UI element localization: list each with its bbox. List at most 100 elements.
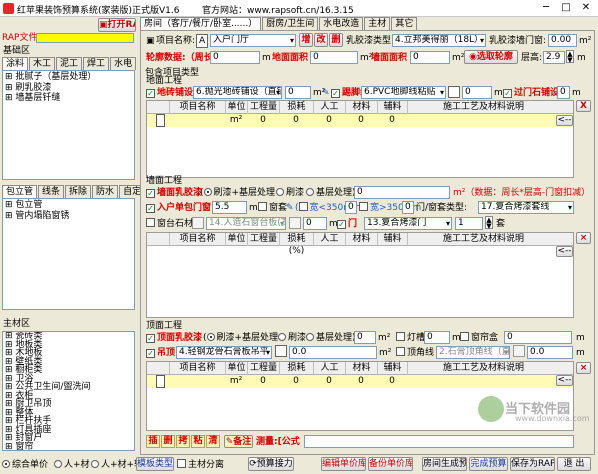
add-project-button[interactable]: 增 bbox=[299, 33, 313, 47]
labor-material-option[interactable]: 人+材 bbox=[54, 459, 90, 471]
width-gt-input[interactable]: 0 bbox=[402, 201, 414, 214]
tree-item[interactable]: ⊞ 包立管 bbox=[5, 200, 69, 211]
curtain-box-input[interactable]: 0 bbox=[504, 331, 572, 344]
ruler-icon[interactable] bbox=[513, 345, 525, 357]
door-count-spinner[interactable]: ▲ ▼ bbox=[485, 216, 493, 230]
tab-room[interactable]: 房间（客厅/餐厅/卧室......） bbox=[140, 17, 262, 30]
project-name-select[interactable]: 入户门厅 bbox=[210, 34, 296, 47]
copy-row-button[interactable]: 拷 bbox=[176, 435, 190, 448]
tree-item[interactable]: ⊞ 批腻子（基层处理） bbox=[5, 72, 96, 83]
main-sep-checkbox[interactable]: 主材分离 bbox=[177, 459, 224, 471]
ceiling-base-option[interactable]: (刷漆+基层处理 bbox=[203, 332, 278, 344]
ceiling-paint-option[interactable]: 刷漆 bbox=[278, 332, 306, 344]
door-count[interactable]: 1 bbox=[455, 217, 483, 230]
lamp-slot-input[interactable]: 0 bbox=[424, 331, 450, 344]
open-rap-button[interactable]: ▣打开RAP bbox=[98, 18, 136, 32]
wall-area-input[interactable]: 0 bbox=[410, 51, 450, 64]
ruler-icon[interactable] bbox=[448, 86, 460, 98]
floor-paving-select[interactable]: 6.抛光地砖铺设（直铺 bbox=[193, 86, 282, 99]
select-contour-button[interactable]: ◉选取轮廓 bbox=[464, 50, 518, 64]
insert-row-button[interactable]: 插 bbox=[146, 435, 160, 448]
ruler-icon[interactable] bbox=[192, 217, 204, 229]
door-type-select[interactable]: 17.复合烤漆套线 bbox=[478, 201, 574, 214]
table-row[interactable]: m² 0 0 0 0 0 bbox=[147, 375, 573, 388]
door-unit-input[interactable]: 5.5 bbox=[212, 201, 247, 214]
table-row[interactable]: m² 0 0 0 0 0 bbox=[147, 114, 573, 127]
sill-checkbox[interactable]: 窗台石材 bbox=[146, 218, 193, 230]
ceiling-select[interactable]: 4.轻钢龙骨石膏板吊平 bbox=[176, 346, 272, 359]
clear-row-button[interactable]: 清 bbox=[206, 435, 220, 448]
row-checkbox[interactable] bbox=[151, 375, 165, 388]
cornice-checkbox[interactable]: 顶角线 bbox=[396, 347, 434, 359]
wall-paint-option[interactable]: 刷漆 bbox=[276, 187, 304, 199]
ceiling-checkbox[interactable]: ✓ 吊顶 bbox=[146, 347, 175, 359]
row-checkbox[interactable] bbox=[151, 114, 165, 127]
combined-price-option[interactable]: 综合单价 bbox=[2, 459, 48, 471]
tab-pipe[interactable]: 包立管 bbox=[2, 185, 38, 198]
ceiling-latex-checkbox[interactable]: ✓ 顶面乳胶漆 bbox=[146, 332, 202, 344]
tab-plumbing[interactable]: 水电 bbox=[110, 57, 137, 70]
floor-paving-area[interactable]: 0 bbox=[285, 86, 311, 99]
floor-close-button[interactable]: X bbox=[576, 100, 591, 112]
floor-area-input[interactable]: 0 bbox=[310, 51, 358, 64]
wall-close-button[interactable]: × bbox=[576, 232, 591, 244]
paste-row-button[interactable]: 粘 bbox=[191, 435, 205, 448]
sill-length[interactable]: 0 bbox=[303, 217, 327, 230]
tab-masonry[interactable]: 泥工 bbox=[56, 57, 83, 70]
latex-type-select[interactable]: 4.立邦美得丽（18L） bbox=[392, 34, 486, 47]
ruler-icon[interactable] bbox=[289, 217, 301, 229]
tab-lines[interactable]: 线条 bbox=[38, 185, 65, 198]
door-select[interactable]: 13.复合烤漆门 bbox=[364, 217, 452, 230]
rap-file-input[interactable] bbox=[36, 33, 134, 43]
wall-latex-checkbox[interactable]: ✓ 墙面乳胶漆 bbox=[146, 187, 202, 199]
wall-latex-area[interactable]: 0 bbox=[354, 186, 450, 199]
delete-project-button[interactable]: 删 bbox=[329, 33, 343, 47]
tab-paint[interactable]: 涂料 bbox=[2, 57, 29, 70]
ceiling-close-button[interactable]: × bbox=[576, 362, 591, 374]
cornice-select[interactable]: 2.石膏顶角线（直线 bbox=[436, 346, 510, 359]
finish-budget-button[interactable]: 完成预算 bbox=[469, 457, 508, 471]
wall-base-option[interactable]: (刷漆+基层处理 bbox=[200, 187, 275, 199]
edit-price-db-button[interactable]: 编辑单价库 bbox=[321, 457, 366, 471]
ceiling-area[interactable]: 0.0 bbox=[289, 346, 377, 359]
close-button[interactable]: ✕ bbox=[576, 1, 596, 15]
tab-welding[interactable]: 焊工 bbox=[83, 57, 110, 70]
baseboard-select[interactable]: 6.PVC地脚线粘贴 bbox=[361, 86, 446, 99]
exit-button[interactable]: 退 出 bbox=[557, 457, 591, 471]
edit-icon[interactable]: ✎ bbox=[322, 87, 330, 99]
ceiling-latex-area[interactable]: 0 bbox=[354, 331, 376, 344]
door-unit-checkbox[interactable]: ✓ 入户单包门窗 bbox=[146, 202, 211, 214]
note-button[interactable]: ✎备注 bbox=[224, 435, 253, 448]
tab-kitchen[interactable]: 厨房/卫生间 bbox=[262, 17, 319, 30]
door-checkbox[interactable]: ✓ 门 bbox=[337, 218, 357, 230]
maximize-button[interactable]: □ bbox=[556, 1, 576, 15]
baseboard-length[interactable]: 0 bbox=[462, 86, 492, 99]
tab-plumbing-mod[interactable]: 水电改造 bbox=[319, 17, 364, 30]
edit-icon[interactable]: ✎ bbox=[286, 202, 294, 214]
room-generate-button[interactable]: 房间生成预算 bbox=[422, 457, 467, 471]
window-box-checkbox[interactable]: 窗套 bbox=[258, 202, 287, 214]
threshold-checkbox[interactable]: ✓ 过门石铺设 bbox=[503, 87, 559, 99]
budget-engine-button[interactable]: ⟳预算接力 bbox=[248, 457, 294, 471]
threshold-input[interactable]: 0 bbox=[557, 86, 570, 99]
tree-item[interactable]: ⊞ 窗帘 bbox=[5, 442, 90, 450]
tree-item[interactable]: ⊞ 管内塌陷窗锈 bbox=[5, 211, 69, 222]
save-rap-button[interactable]: 保存为RAP bbox=[510, 457, 555, 471]
wall-baseonly-option[interactable]: 基层处理) bbox=[306, 187, 356, 199]
tab-waterproof[interactable]: 防水 bbox=[92, 185, 119, 198]
ruler-icon[interactable] bbox=[275, 345, 287, 357]
tab-other[interactable]: 其它 bbox=[391, 17, 418, 30]
delete-row-button[interactable]: 删 bbox=[161, 435, 175, 448]
tree-item[interactable]: ⊞ 墙基层钎缝 bbox=[5, 93, 96, 104]
tab-main-material[interactable]: 主材 bbox=[364, 17, 391, 30]
sill-select[interactable]: 14.人造石窗台板(宽度< bbox=[206, 217, 286, 230]
floor-paving-checkbox[interactable]: ✓ 地砖铺设 bbox=[146, 87, 193, 99]
template-type-button[interactable]: 模板类型 bbox=[136, 457, 174, 471]
floor-insert-arrow-button[interactable]: <-- bbox=[556, 115, 573, 126]
cornice-length[interactable]: 0.0 bbox=[527, 346, 573, 359]
measure-formula-input[interactable] bbox=[304, 435, 574, 448]
ceiling-insert-arrow-button[interactable]: <-- bbox=[556, 375, 573, 386]
tab-wood[interactable]: 木工 bbox=[29, 57, 56, 70]
width-lt-input[interactable]: 0 bbox=[345, 201, 357, 214]
backup-price-db-button[interactable]: 备份单价库 bbox=[368, 457, 413, 471]
